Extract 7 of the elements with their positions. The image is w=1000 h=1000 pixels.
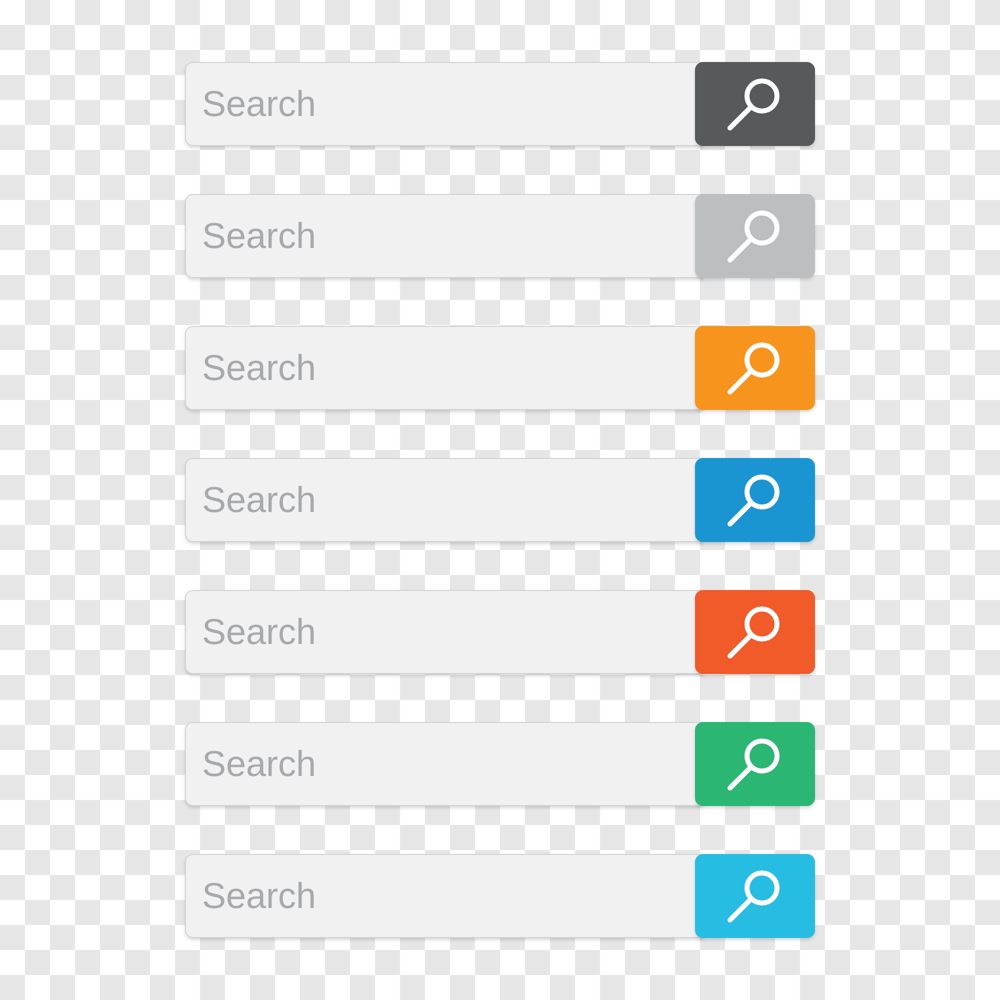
search-field[interactable]: Search — [185, 590, 703, 674]
search-field[interactable]: Search — [185, 194, 703, 278]
search-field[interactable]: Search — [185, 458, 703, 542]
search-field[interactable]: Search — [185, 62, 703, 146]
search-field[interactable]: Search — [185, 326, 703, 410]
search-field[interactable]: Search — [185, 722, 703, 806]
search-field[interactable]: Search — [185, 854, 703, 938]
